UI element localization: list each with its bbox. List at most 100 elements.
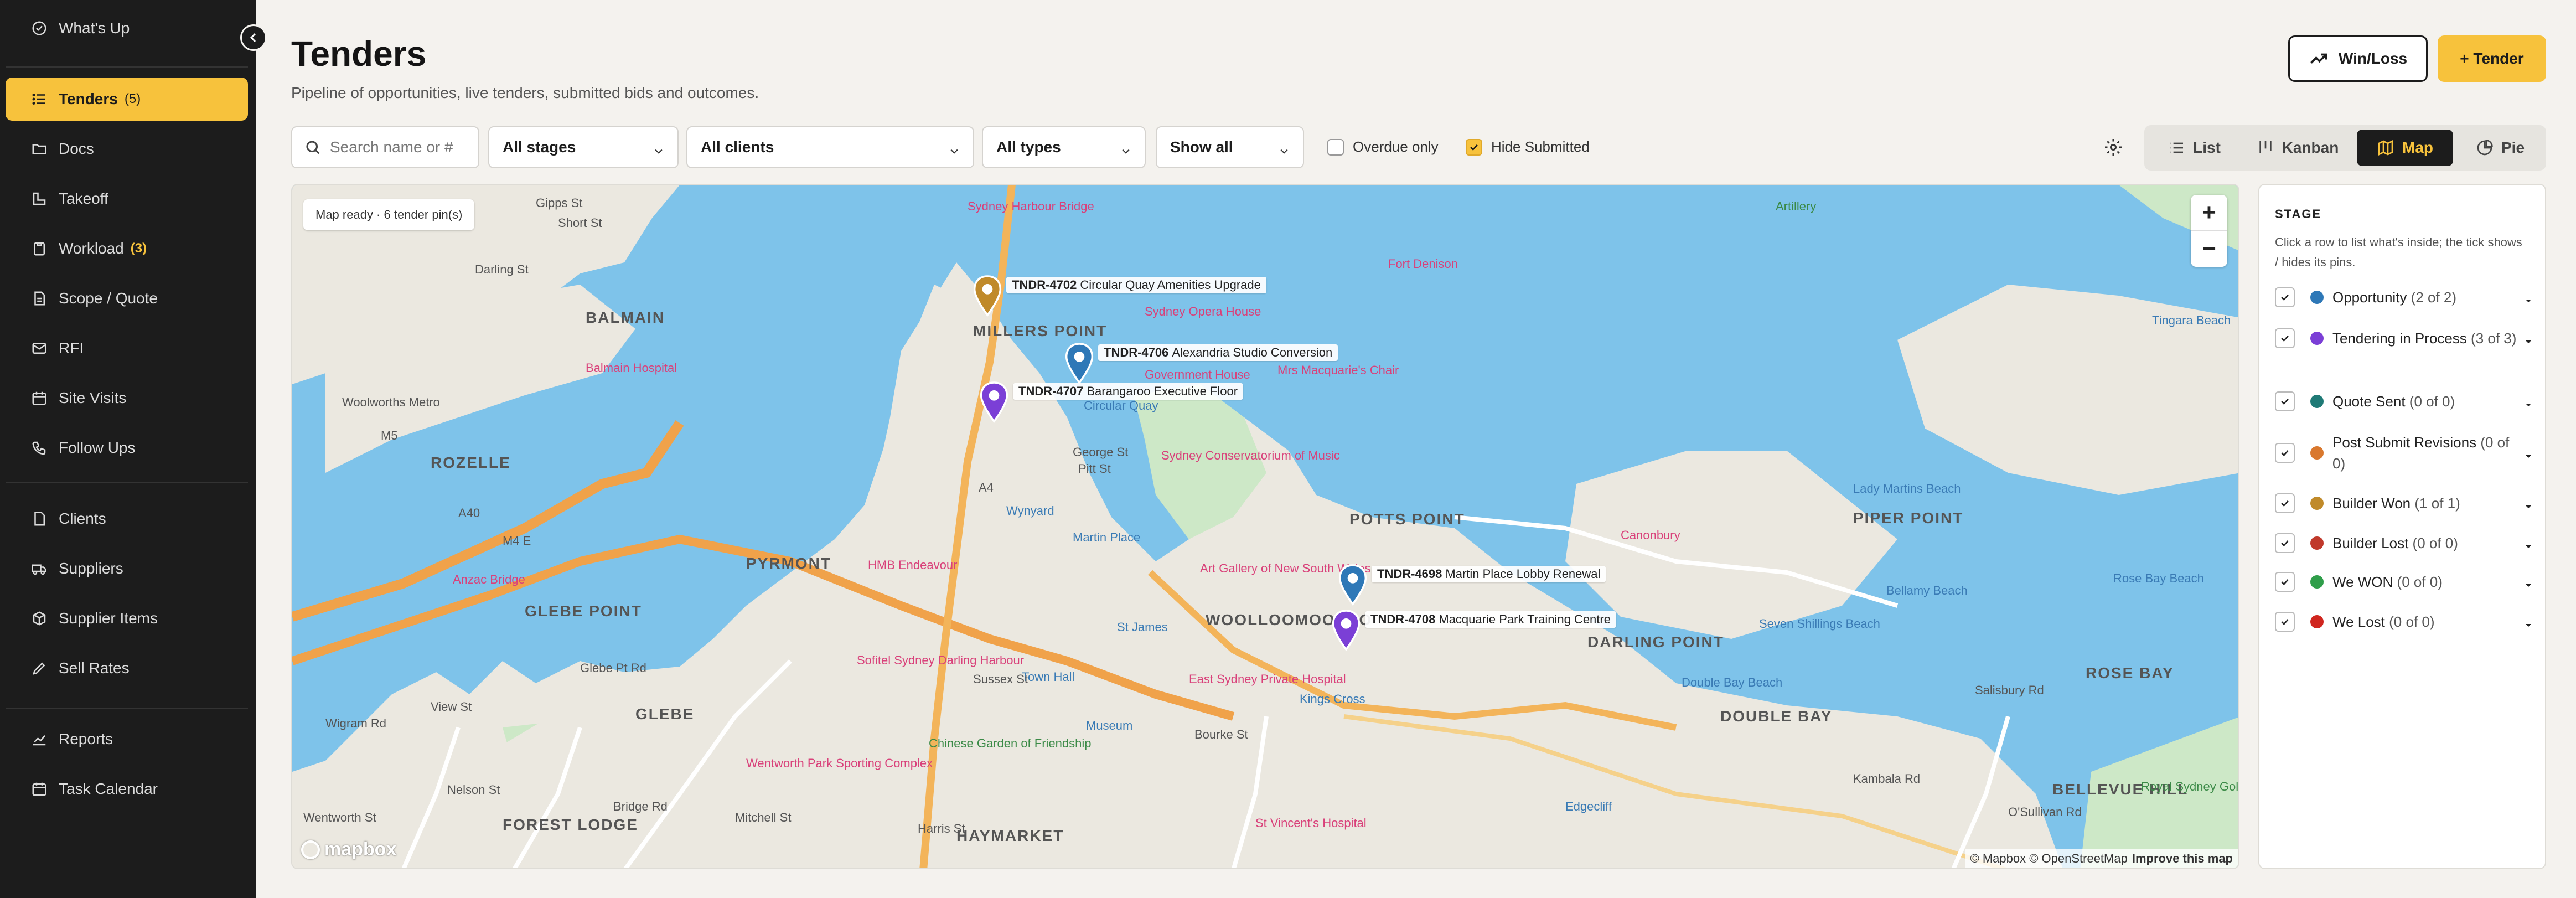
overdue-only-checkbox[interactable]: Overdue only [1327,138,1439,156]
search-icon [306,141,320,154]
map-pin[interactable]: TNDR-4698 Martin Place Lobby Renewal [1337,564,1606,606]
settings-button[interactable] [2101,135,2125,159]
stage-label: We Lost [2332,613,2385,630]
map-icon [2378,140,2393,156]
zoom-out-button[interactable]: − [2191,231,2227,267]
checkbox-box [1327,138,1344,156]
map-label: Sydney Harbour Bridge [968,199,1094,213]
stage-color-dot [2310,332,2324,345]
sidebar-divider [6,708,248,709]
view-pie-button[interactable]: Pie [2459,130,2542,166]
map-label: O'Sullivan Rd [2008,805,2082,819]
sidebar-item-count: (3) [130,241,147,256]
pin-name: Alexandria Studio Conversion [1172,345,1333,359]
map-label: George St [1073,445,1129,459]
truck-icon [30,559,49,578]
map-label: Anzac Bridge [453,572,525,586]
sidebar-item-docs[interactable]: Docs [6,127,248,171]
add-tender-button[interactable]: + Tender [2438,35,2546,82]
legend-row-builder-lost[interactable]: Builder Lost (0 of 0) [2275,533,2535,554]
map-pin[interactable]: TNDR-4702 Circular Quay Amenities Upgrade [972,275,1266,317]
sidebar-item-workload[interactable]: Workload (3) [6,227,248,270]
map-label: Town Hall [1022,670,1075,684]
tender-map[interactable]: Map ready · 6 tender pin(s) + − Sydney H… [291,184,2239,869]
map-label: Edgecliff [1565,799,1612,813]
sidebar-item-site-visits[interactable]: Site Visits [6,376,248,420]
sidebar-item-rfi[interactable]: RFI [6,327,248,370]
sidebar-item-scope-quote[interactable]: Scope / Quote [6,277,248,320]
list-icon [2170,142,2184,153]
legend-toggle-checkbox[interactable] [2275,328,2295,348]
view-list-button[interactable]: List [2149,130,2239,166]
stage-label: Tendering in Process [2332,330,2467,347]
attribution-text[interactable]: © Mapbox © OpenStreetMap [1970,851,2128,865]
sidebar-item-clients[interactable]: Clients [6,497,248,540]
sidebar-item-takeoff[interactable]: Takeoff [6,177,248,220]
win-loss-button[interactable]: Win/Loss [2288,35,2428,82]
legend-toggle-checkbox[interactable] [2275,287,2295,307]
sidebar-item-label: Tenders [59,90,118,107]
type-select[interactable]: All types [982,126,1146,168]
collapse-sidebar-button[interactable] [240,24,267,51]
legend-row-quote-sent[interactable]: Quote Sent (0 of 0) [2275,391,2535,412]
caret-down-icon [2524,498,2535,509]
map-pin[interactable]: TNDR-4708 Macquarie Park Training Centre [1331,609,1616,651]
sidebar-item-reports[interactable]: Reports [6,718,248,761]
legend-row-post-submit[interactable]: Post Submit Revisions (0 of 0) [2275,432,2535,474]
legend-row-we-lost[interactable]: We Lost (0 of 0) [2275,611,2535,632]
sidebar-item-label: Takeoff [59,190,108,207]
legend-toggle-checkbox[interactable] [2275,493,2295,513]
legend-toggle-checkbox[interactable] [2275,612,2295,632]
map-label: Double Bay Beach [1682,675,1783,689]
zoom-in-button[interactable]: + [2191,195,2227,231]
sidebar-divider [6,482,248,483]
chevron-down-icon [1279,143,1290,154]
legend-row-opportunity[interactable]: Opportunity (2 of 2) [2275,287,2535,308]
chevron-down-icon [949,143,960,154]
pin-name: Barangaroo Executive Floor [1087,384,1238,398]
legend-toggle-checkbox[interactable] [2275,572,2295,592]
legend-toggle-checkbox[interactable] [2275,443,2295,463]
map-pin[interactable]: TNDR-4707 Barangaroo Executive Floor [979,381,1244,423]
search-field[interactable] [291,126,479,168]
map-pin-icon [1332,610,1361,651]
improve-map-link[interactable]: Improve this map [2132,851,2233,865]
legend-toggle-checkbox[interactable] [2275,533,2295,553]
legend-toggle-checkbox[interactable] [2275,391,2295,411]
check-icon [2281,450,2289,456]
caret-down-icon [2524,333,2535,344]
sidebar-item-whats-up[interactable]: What's Up [6,7,248,50]
sidebar-item-label: Docs [59,140,94,157]
stage-select[interactable]: All stages [488,126,679,168]
sidebar-item-supplier-items[interactable]: Supplier Items [6,597,248,640]
legend-row-builder-won[interactable]: Builder Won (1 of 1) [2275,493,2535,514]
map-pin[interactable]: TNDR-4706 Alexandria Studio Conversion [1064,342,1338,384]
overdue-only-label: Overdue only [1353,138,1439,155]
sidebar-item-task-calendar[interactable]: Task Calendar [6,767,248,811]
win-loss-label: Win/Loss [2338,50,2408,67]
sidebar-item-tenders[interactable]: Tenders (5) [6,78,248,121]
mapbox-logo: mapbox [301,839,396,860]
map-label: Canonbury [1621,528,1680,542]
legend-row-tendering[interactable]: Tendering in Process (3 of 3) [2275,328,2535,349]
legend-row-we-won[interactable]: We WON (0 of 0) [2275,571,2535,592]
map-label: Wynyard [1006,504,1054,518]
map-label: Bellamy Beach [1886,584,1968,597]
hide-submitted-checkbox[interactable]: Hide Submitted [1466,138,1590,156]
sidebar-item-sell-rates[interactable]: Sell Rates [6,647,248,690]
client-select-value: All clients [701,138,774,156]
view-map-button[interactable]: Map [2357,130,2453,166]
search-input[interactable] [330,138,474,156]
map-label: Kambala Rd [1853,772,1921,786]
sidebar-item-suppliers[interactable]: Suppliers [6,547,248,590]
map-label: Museum [1086,719,1133,732]
sidebar-item-follow-ups[interactable]: Follow Ups [6,426,248,469]
caret-down-icon [2524,538,2535,549]
map-label: Sofitel Sydney Darling Harbour [857,653,1025,667]
show-select[interactable]: Show all [1156,126,1304,168]
legend-hint: Click a row to list what's inside; the t… [2275,235,2522,269]
stage-select-value: All stages [503,138,576,156]
stage-count: (0 of 0) [2412,535,2458,551]
view-kanban-button[interactable]: Kanban [2244,130,2351,166]
client-select[interactable]: All clients [686,126,974,168]
